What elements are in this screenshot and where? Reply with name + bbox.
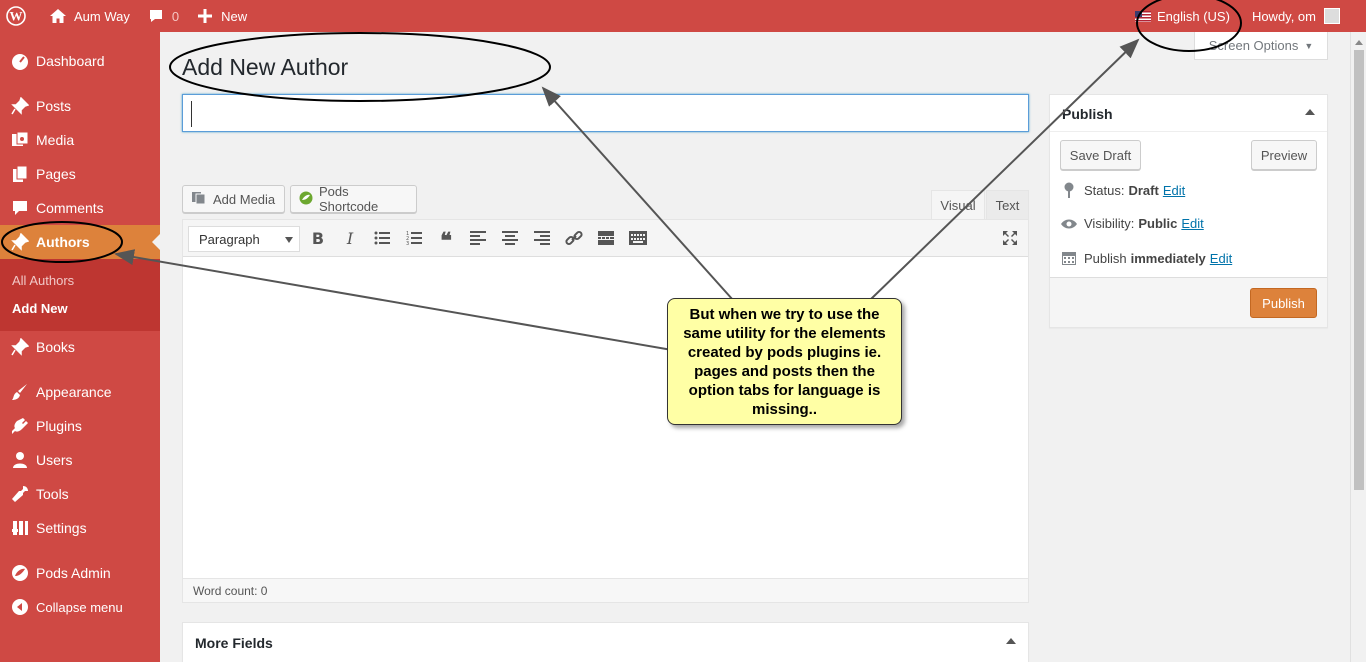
annotation-text: But when we try to use the same utility … xyxy=(683,306,886,418)
annotation-callout: But when we try to use the same utility … xyxy=(667,298,902,425)
authors-highlight-ellipse xyxy=(1,221,123,263)
language-highlight-ellipse xyxy=(1136,0,1242,52)
arrow-to-title xyxy=(541,86,734,301)
arrow-to-language xyxy=(869,38,1140,301)
title-highlight-ellipse xyxy=(169,32,551,102)
arrow-to-authors xyxy=(114,249,673,351)
